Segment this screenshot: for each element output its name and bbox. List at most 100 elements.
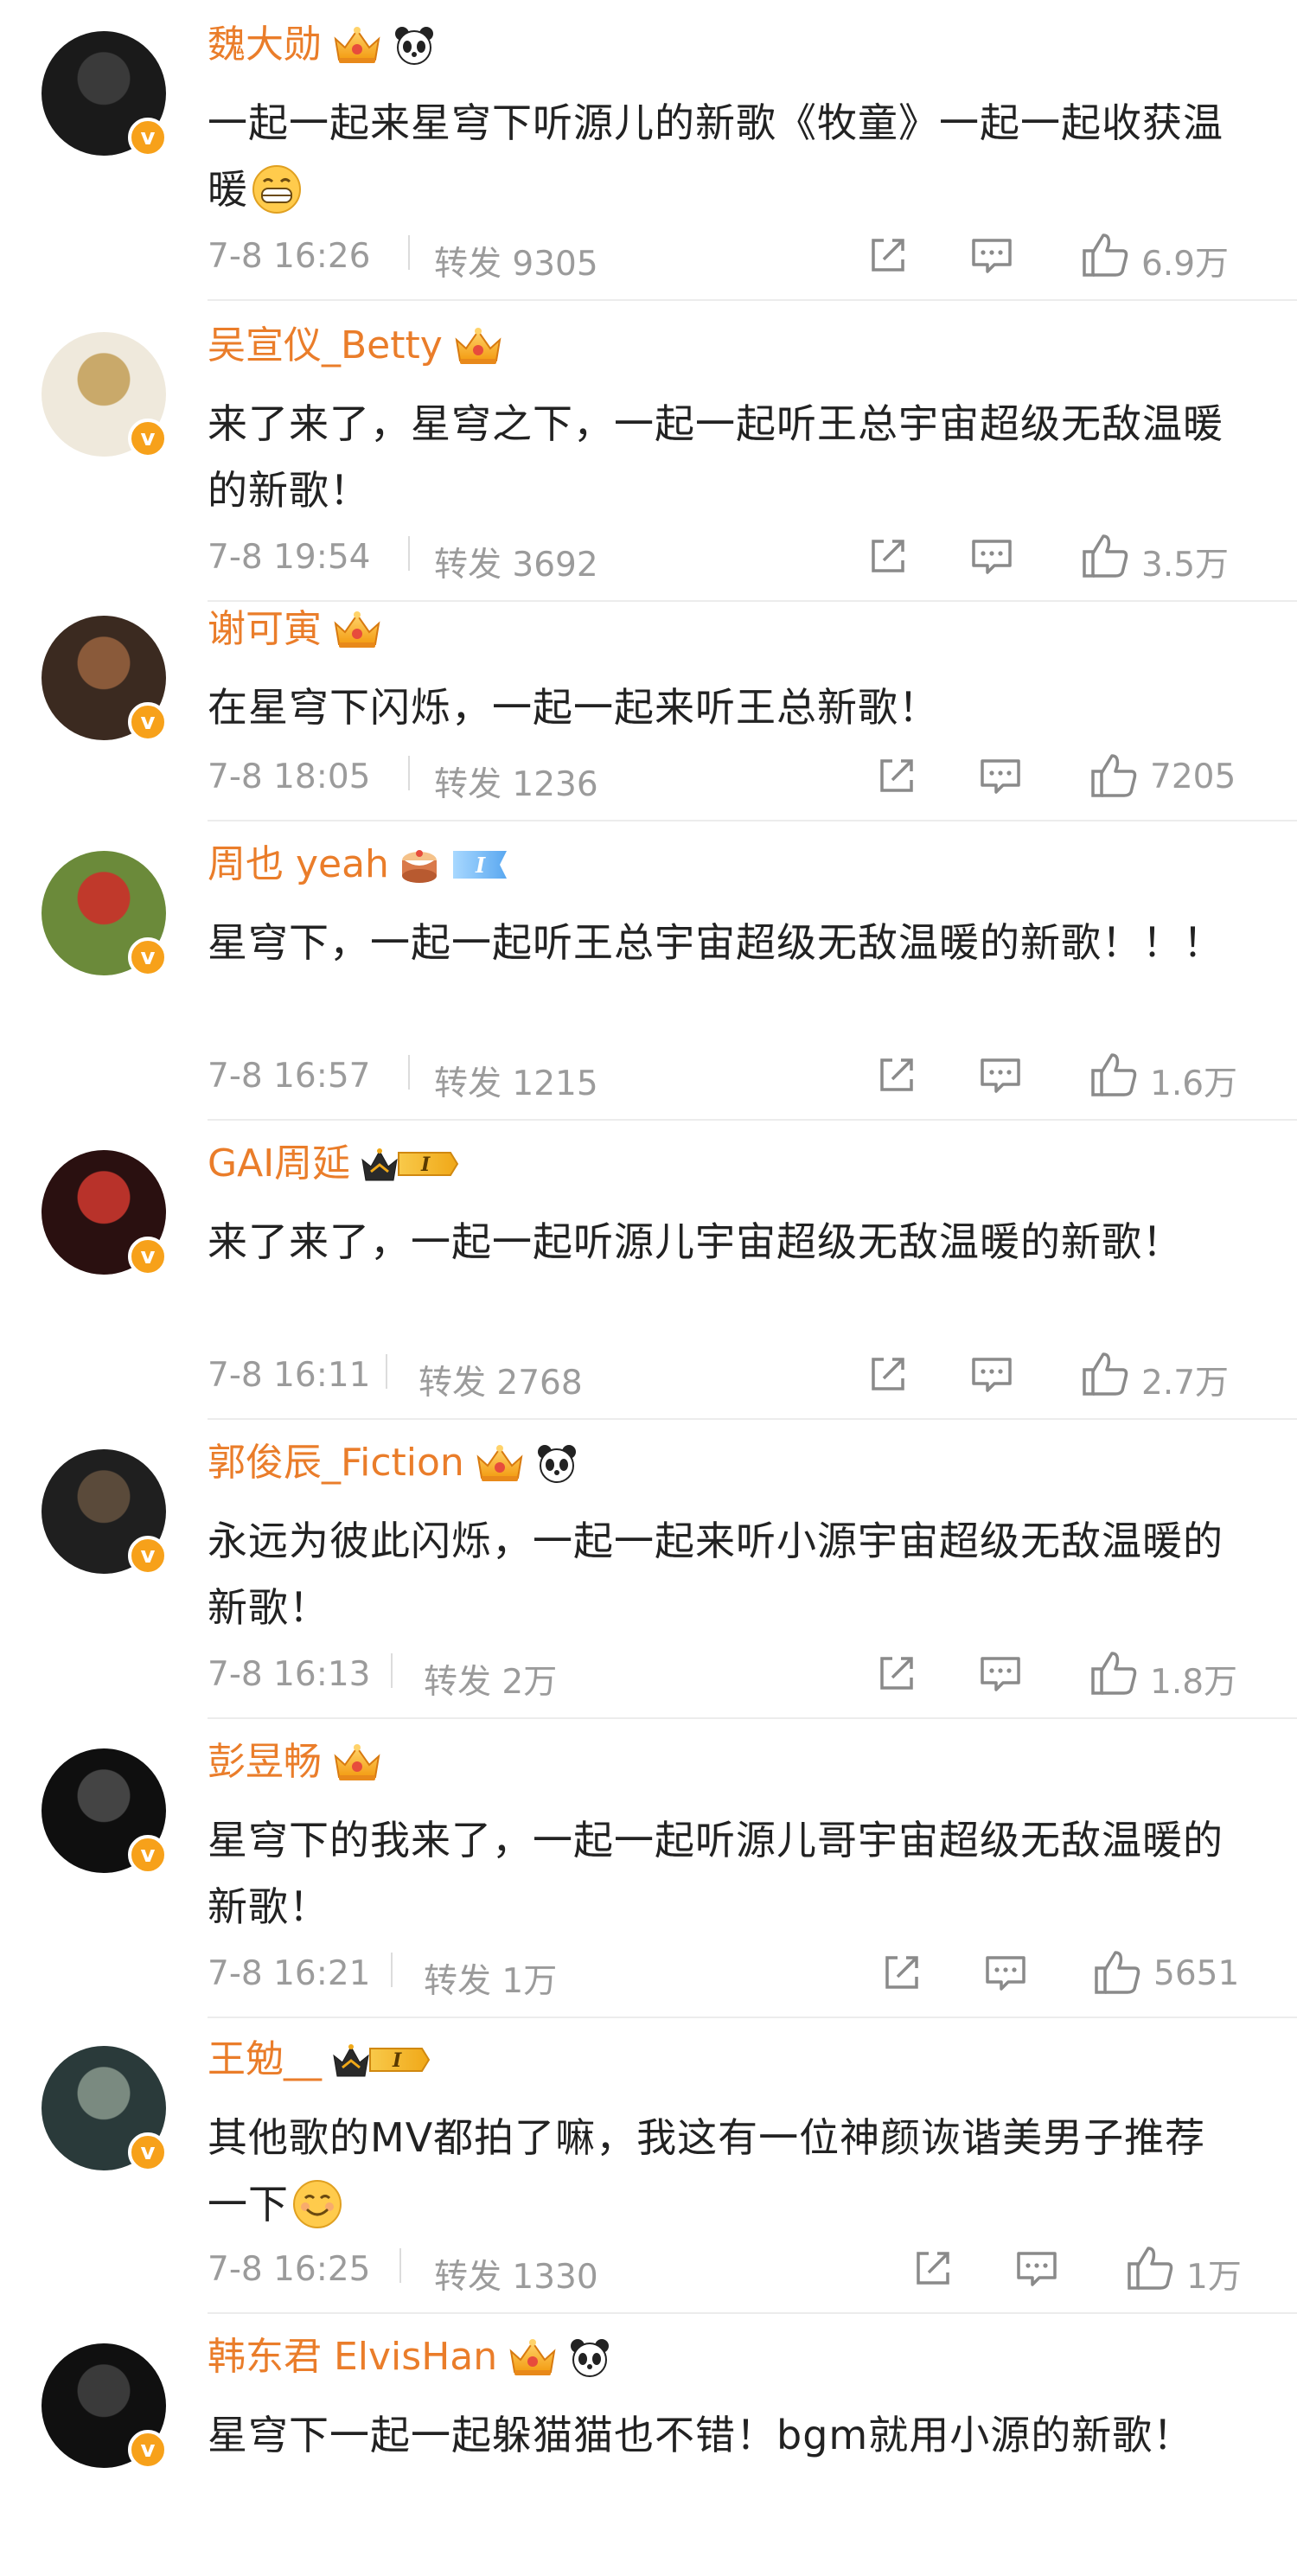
repost-label: 转发 [418,1364,487,1403]
username[interactable]: GAI周延 [208,1140,350,1188]
avatar[interactable]: v [42,2046,168,2172]
meta-separator [386,1354,387,1389]
verified-badge-icon: v [128,1835,168,1875]
repost-count[interactable]: 转发 2万 [424,1655,557,1703]
share-icon[interactable] [865,1351,911,1397]
repost-count[interactable]: 转发 9305 [434,237,598,285]
username[interactable]: 谢可寅 [208,605,322,654]
share-icon[interactable] [910,2245,956,2292]
comment-text-body: 来了来了，一起一起听源儿宇宙超级无敌温暖的新歌！ [208,1218,1183,1265]
repost-number: 1236 [512,765,598,804]
repost-count[interactable]: 转发 1万 [424,1954,557,2003]
comment-header: 王勉__ I [208,2036,432,2084]
cake-icon [398,843,441,886]
crown-vip-level-icon: I [359,1142,461,1186]
repost-count[interactable]: 转发 1215 [434,1057,598,1105]
comment-meta: 7-8 19:54 转发 3692 3.5万 [208,533,1271,585]
share-icon[interactable] [865,232,911,278]
username[interactable]: 魏大勋 [208,21,322,69]
comment-icon[interactable] [968,232,1015,278]
avatar[interactable]: v [42,1150,168,1276]
share-icon[interactable] [873,1650,920,1697]
meta-separator [408,235,410,270]
comment-icon[interactable] [982,1949,1029,1996]
avatar[interactable]: v [42,332,168,458]
share-icon[interactable] [873,752,920,799]
timestamp: 7-8 16:57 [208,1057,371,1096]
share-icon[interactable] [865,533,911,579]
repost-label: 转发 [434,245,502,284]
panda-icon [393,23,436,67]
comment-meta: 7-8 16:57 转发 1215 1.6万 [208,1051,1271,1103]
repost-count[interactable]: 转发 1330 [434,2250,598,2298]
comment-meta: 7-8 16:26 转发 9305 6.9万 [208,232,1271,284]
comment-text: 永远为彼此闪烁，一起一起来听小源宇宙超级无敌温暖的新歌！ [208,1508,1245,1641]
comment-meta: 7-8 16:11 转发 2768 2.7万 [208,1351,1271,1403]
like-icon[interactable] [1089,1650,1137,1697]
comment-divider [208,1418,1297,1420]
comment-icon[interactable] [968,1351,1015,1397]
repost-count[interactable]: 转发 3692 [434,538,598,586]
username[interactable]: 周也 yeah [208,841,389,889]
comment-text: 一起一起来星穹下听源儿的新歌《牧童》一起一起收获温暖 [208,90,1245,223]
comment-icon[interactable] [977,752,1024,799]
repost-count[interactable]: 转发 1236 [434,757,598,806]
comment-divider [208,2312,1297,2314]
like-count: 2.7万 [1141,1364,1230,1403]
comment-icon[interactable] [977,1650,1024,1697]
comment-header: 吴宣仪_Betty [208,322,505,370]
avatar[interactable]: v [42,31,168,157]
comment-meta: 7-8 16:13 转发 2万 1.8万 [208,1650,1271,1702]
comment-header: 魏大勋 [208,21,436,69]
comment-icon[interactable] [968,533,1015,579]
vip-level-icon: I [450,843,514,886]
avatar[interactable]: v [42,616,168,742]
like-icon[interactable] [1089,1051,1137,1098]
username[interactable]: 王勉__ [208,2036,322,2084]
repost-number: 1万 [502,1962,558,2001]
avatar[interactable]: v [42,1449,168,1576]
share-icon[interactable] [873,1051,920,1098]
verified-badge-icon: v [128,419,168,458]
repost-label: 转发 [434,765,502,804]
timestamp: 7-8 16:13 [208,1655,371,1694]
like-icon[interactable] [1093,1949,1140,1996]
comment-divider [208,600,1297,602]
comment-text: 星穹下的我来了，一起一起听源儿哥宇宙超级无敌温暖的新歌！ [208,1807,1245,1940]
comment-icon[interactable] [977,1051,1024,1098]
repost-count[interactable]: 转发 2768 [418,1356,583,1404]
avatar[interactable]: v [42,2343,168,2470]
crown-icon [506,2336,559,2379]
username[interactable]: 吴宣仪_Betty [208,322,443,370]
comment-divider [208,820,1297,821]
comment-text-body: 永远为彼此闪烁，一起一起来听小源宇宙超级无敌温暖的新歌！ [208,1518,1224,1631]
username[interactable]: 郭俊辰_Fiction [208,1439,464,1487]
username[interactable]: 彭昱畅 [208,1738,322,1787]
avatar[interactable]: v [42,851,168,977]
comment-text: 在星穹下闪烁，一起一起来听王总新歌！ [208,674,1245,741]
repost-number: 2万 [502,1663,558,1702]
like-icon[interactable] [1081,533,1128,579]
meta-separator [391,1653,393,1688]
repost-number: 2768 [496,1364,583,1403]
comment-header: 彭昱畅 [208,1738,384,1787]
repost-number: 1215 [512,1064,598,1103]
like-icon[interactable] [1081,1351,1128,1397]
smile-emoji-icon [292,2179,342,2229]
like-icon[interactable] [1126,2245,1173,2292]
comment-icon[interactable] [1013,2245,1060,2292]
comment-header: 郭俊辰_Fiction [208,1439,578,1487]
meta-separator [408,756,410,790]
like-count: 1.8万 [1150,1663,1238,1702]
comment-text: 来了来了，星穹之下，一起一起听王总宇宙超级无敌温暖的新歌！ [208,391,1245,524]
like-icon[interactable] [1081,232,1128,278]
crown-vip-level-icon: I [330,2038,432,2081]
username[interactable]: 韩东君 ElvisHan [208,2333,497,2381]
comment-divider [208,299,1297,301]
like-icon[interactable] [1089,752,1137,799]
avatar[interactable]: v [42,1748,168,1875]
crown-icon [451,324,505,368]
repost-label: 转发 [424,1663,492,1702]
share-icon[interactable] [879,1949,925,1996]
repost-label: 转发 [424,1962,492,2001]
